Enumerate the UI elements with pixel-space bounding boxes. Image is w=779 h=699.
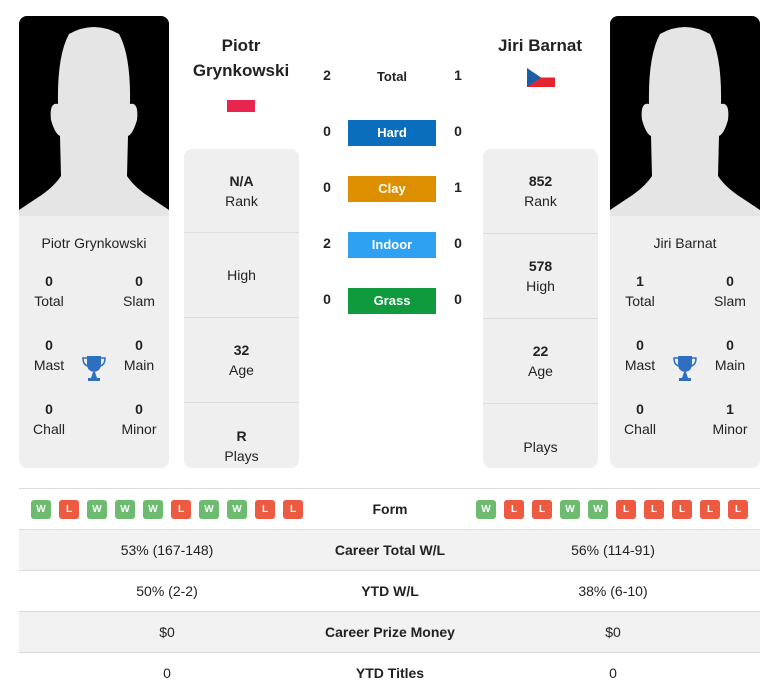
right-stats-panel: 852 Rank 578 High 22 Age Plays — [483, 149, 598, 468]
left-stat-plays: R Plays — [224, 427, 259, 464]
left-title-total: 0 Total — [34, 273, 64, 309]
form-badge-loss[interactable]: L — [171, 500, 191, 519]
left-titles-grid: 0 Total 0 Slam 0 Mast 0 Main 0 Chall 0 M… — [19, 271, 169, 468]
form-badge-win[interactable]: W — [143, 500, 163, 519]
right-title-chall: 0 Chall — [624, 401, 656, 437]
comparison-row-career-wl: 53% (167-148) Career Total W/L 56% (114-… — [19, 530, 760, 571]
form-badge-win[interactable]: W — [31, 500, 51, 519]
left-title-mast: 0 Mast — [33, 337, 65, 373]
form-badge-loss[interactable]: L — [504, 500, 524, 519]
left-stats-panel: N/A Rank High 32 Age R Plays — [184, 149, 299, 468]
right-title-total: 1 Total — [625, 273, 655, 309]
left-stat-high: High — [184, 233, 299, 318]
left-title-chall: 0 Chall — [33, 401, 65, 437]
comparison-row-ytd-titles: 0 YTD Titles 0 — [163, 665, 617, 681]
form-badge-win[interactable]: W — [476, 500, 496, 519]
surface-indoor-button[interactable]: Indoor — [348, 232, 436, 258]
right-stat-high: 578 High — [483, 234, 598, 319]
form-badge-loss[interactable]: L — [255, 500, 275, 519]
left-player-name[interactable]: Piotr Grynkowski — [176, 33, 306, 83]
form-badge-loss[interactable]: L — [283, 500, 303, 519]
comparison-row-ytd-wl: 50% (2-2) YTD W/L 38% (6-10) — [19, 571, 760, 612]
form-badge-loss[interactable]: L — [532, 500, 552, 519]
right-title-slam: 0 Slam — [714, 273, 746, 309]
divider — [19, 488, 760, 489]
right-stat-rank: 852 Rank — [483, 149, 598, 234]
h2h-clay-right: 1 — [454, 179, 462, 195]
form-badge-win[interactable]: W — [588, 500, 608, 519]
h2h-grass-left: 0 — [323, 291, 331, 307]
form-badge-loss[interactable]: L — [644, 500, 664, 519]
avatar-silhouette-icon — [610, 27, 760, 216]
form-badge-win[interactable]: W — [560, 500, 580, 519]
right-stat-age: 22 Age — [483, 319, 598, 404]
h2h-clay-left: 0 — [323, 179, 331, 195]
right-titles-grid: 1 Total 0 Slam 0 Mast 0 Main 0 Chall 1 M… — [610, 271, 760, 468]
left-title-main: 0 Main — [123, 337, 155, 373]
right-stat-plays: Plays — [523, 438, 558, 455]
right-title-main: 0 Main — [714, 337, 746, 373]
right-player-card-name: Jiri Barnat — [653, 235, 717, 251]
right-player-photo — [610, 16, 760, 216]
form-badge-loss[interactable]: L — [728, 500, 748, 519]
czech-flag-icon — [527, 68, 555, 87]
h2h-indoor-right: 0 — [454, 235, 462, 251]
left-player-card: Piotr Grynkowski 0 Total 0 Slam 0 Mast 0… — [19, 16, 169, 468]
left-title-slam: 0 Slam — [123, 273, 155, 309]
poland-flag-icon — [227, 100, 255, 112]
form-badge-win[interactable]: W — [199, 500, 219, 519]
right-player-name[interactable]: Jiri Barnat — [475, 33, 605, 58]
right-player-card: Jiri Barnat 1 Total 0 Slam 0 Mast 0 Main… — [610, 16, 760, 468]
left-player-card-name: Piotr Grynkowski — [41, 235, 147, 251]
left-stat-rank: N/A Rank — [184, 149, 299, 233]
form-badge-loss[interactable]: L — [672, 500, 692, 519]
avatar-silhouette-icon — [19, 27, 169, 216]
h2h-hard-left: 0 — [323, 123, 331, 139]
h2h-total-left: 2 — [323, 67, 331, 83]
form-badge-loss[interactable]: L — [59, 500, 79, 519]
trophy-icon — [673, 356, 697, 381]
h2h-grass-right: 0 — [454, 291, 462, 307]
h2h-total-right: 1 — [454, 67, 462, 83]
left-stat-age: 32 Age — [184, 318, 299, 403]
h2h-total-label: Total — [376, 69, 408, 84]
right-title-mast: 0 Mast — [624, 337, 656, 373]
comparison-row-prize-money: $0 Career Prize Money $0 — [19, 612, 760, 653]
surface-grass-button[interactable]: Grass — [348, 288, 436, 314]
right-title-minor: 1 Minor — [712, 401, 748, 437]
form-badge-win[interactable]: W — [115, 500, 135, 519]
left-player-photo — [19, 16, 169, 216]
surface-clay-button[interactable]: Clay — [348, 176, 436, 202]
form-badge-win[interactable]: W — [87, 500, 107, 519]
trophy-icon — [82, 356, 106, 381]
surface-hard-button[interactable]: Hard — [348, 120, 436, 146]
form-badge-loss[interactable]: L — [616, 500, 636, 519]
left-title-minor: 0 Minor — [121, 401, 157, 437]
h2h-indoor-left: 2 — [323, 235, 331, 251]
form-badge-loss[interactable]: L — [700, 500, 720, 519]
form-badge-win[interactable]: W — [227, 500, 247, 519]
h2h-hard-right: 0 — [454, 123, 462, 139]
form-label: Form — [372, 501, 408, 517]
